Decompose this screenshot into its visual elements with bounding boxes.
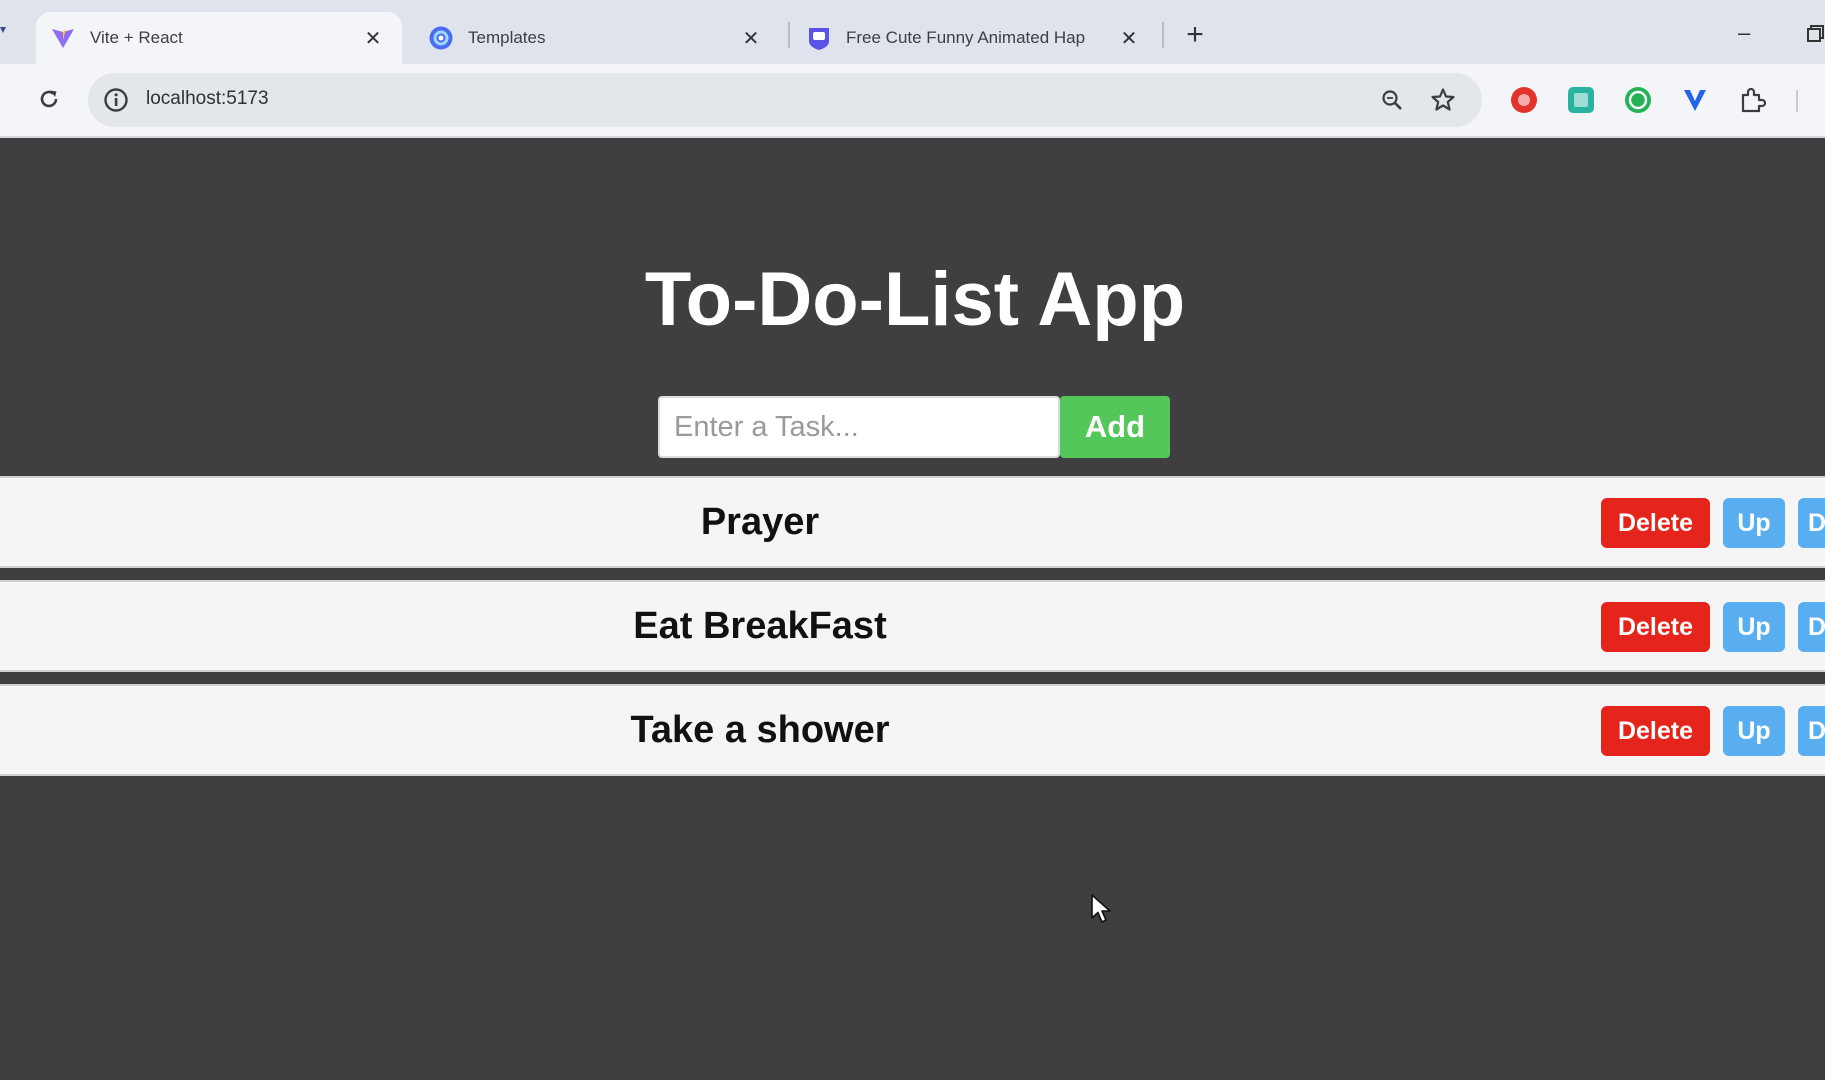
- task-text: Eat BreakFast: [633, 605, 887, 647]
- toolbar-divider: [1796, 90, 1798, 112]
- close-tab-icon[interactable]: ✕: [362, 27, 384, 50]
- tab-title: Templates: [468, 28, 546, 47]
- minimize-button[interactable]: –: [1738, 16, 1750, 50]
- extension-teal-icon[interactable]: [1565, 84, 1597, 116]
- move-down-button[interactable]: D: [1798, 706, 1825, 756]
- tab-separator: [788, 22, 790, 48]
- move-up-button[interactable]: Up: [1723, 602, 1785, 652]
- move-down-button[interactable]: D: [1798, 498, 1825, 548]
- tab-title: Vite + React: [90, 28, 183, 47]
- restore-window-icon[interactable]: [1806, 16, 1825, 50]
- delete-button[interactable]: Delete: [1601, 706, 1710, 756]
- browser-toolbar: localhost:5173: [0, 64, 1825, 136]
- close-tab-icon[interactable]: ✕: [1118, 27, 1140, 50]
- task-text: Take a shower: [630, 709, 890, 751]
- mouse-cursor-icon: [1090, 893, 1112, 925]
- reload-icon[interactable]: [32, 82, 66, 116]
- move-up-button[interactable]: Up: [1723, 498, 1785, 548]
- zoom-icon[interactable]: [1378, 86, 1406, 114]
- task-item: Eat BreakFast Delete Up D: [0, 580, 1825, 672]
- tab-templates[interactable]: Templates ✕: [414, 12, 780, 64]
- add-task-button[interactable]: Add: [1060, 396, 1170, 458]
- extension-red-icon[interactable]: [1508, 84, 1540, 116]
- browser-tab-strip: Vite + React ✕ Templates ✕ Free Cute Fun…: [0, 0, 1825, 64]
- tab-separator: [1162, 22, 1164, 48]
- delete-button[interactable]: Delete: [1601, 498, 1710, 548]
- close-tab-icon[interactable]: ✕: [740, 27, 762, 50]
- vite-icon: [50, 25, 76, 51]
- shield-chat-icon: [806, 25, 832, 51]
- globe-icon: [428, 25, 454, 51]
- extensions-puzzle-icon[interactable]: [1736, 84, 1768, 116]
- task-input[interactable]: [658, 396, 1060, 458]
- bookmark-star-icon[interactable]: [1428, 86, 1458, 114]
- delete-button[interactable]: Delete: [1601, 602, 1710, 652]
- whatsapp-icon[interactable]: [1622, 84, 1654, 116]
- task-item: Take a shower Delete Up D: [0, 684, 1825, 776]
- move-down-button[interactable]: D: [1798, 602, 1825, 652]
- address-bar[interactable]: localhost:5173: [88, 73, 1482, 127]
- tab-strip-edge-icon: [0, 24, 8, 34]
- move-up-button[interactable]: Up: [1723, 706, 1785, 756]
- extension-v-icon[interactable]: [1679, 84, 1711, 116]
- task-list: Prayer Delete Up D Eat BreakFast Delete …: [0, 476, 1825, 788]
- todo-app-page: To-Do-List App Add Prayer Delete Up D Ea…: [0, 138, 1825, 1080]
- page-title: To-Do-List App: [644, 257, 1186, 342]
- site-info-icon[interactable]: [102, 86, 130, 114]
- tab-free-cute-funny[interactable]: Free Cute Funny Animated Hap ✕: [792, 12, 1158, 64]
- tab-title: Free Cute Funny Animated Hap: [846, 28, 1086, 47]
- address-url[interactable]: localhost:5173: [146, 88, 269, 110]
- task-item: Prayer Delete Up D: [0, 476, 1825, 568]
- new-tab-button[interactable]: +: [1178, 18, 1212, 52]
- tab-vite-react[interactable]: Vite + React ✕: [36, 12, 402, 64]
- task-text: Prayer: [700, 501, 820, 543]
